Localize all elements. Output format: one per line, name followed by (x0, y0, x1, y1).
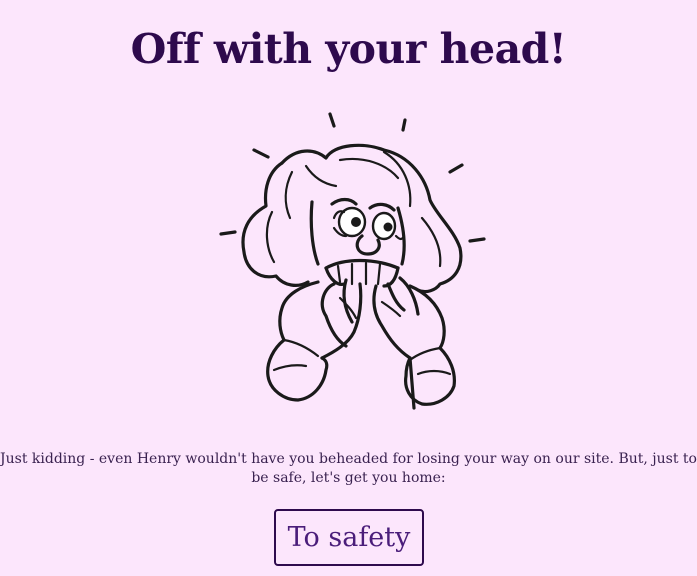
scared-person-icon (219, 112, 486, 410)
explanation-text: Just kidding - even Henry wouldn't have … (0, 451, 697, 486)
not-found-page: Off with your head! Just kidding - even … (0, 0, 697, 576)
page-title: Off with your head! (130, 25, 567, 73)
to-safety-button[interactable]: To safety (274, 509, 424, 566)
